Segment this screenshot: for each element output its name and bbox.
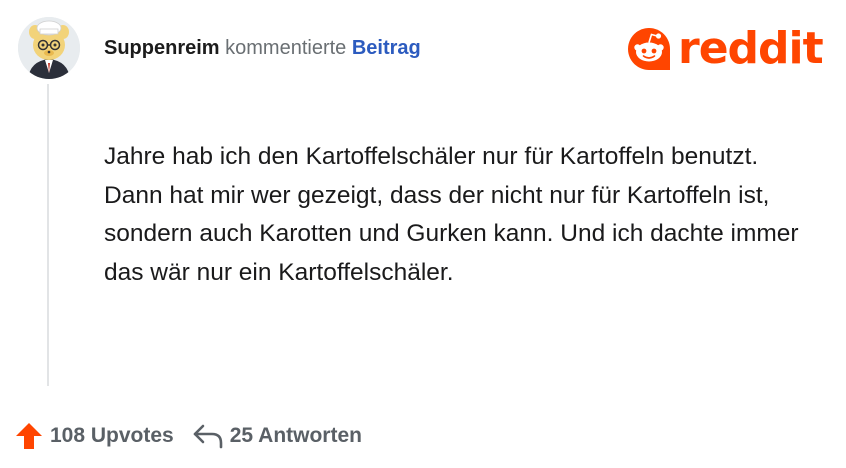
comment-body: Jahre hab ich den Kartoffelschäler nur f… [104,143,799,286]
avatar[interactable] [18,17,80,79]
comment-header: Suppenreim kommentierte Beitrag [104,35,421,61]
reddit-wordmark: reddit [678,23,824,74]
username[interactable]: Suppenreim [104,37,220,59]
reddit-logo: reddit [626,23,824,74]
comment-card: Suppenreim kommentierte Beitrag reddit J… [0,0,846,468]
avatar-image [18,17,80,79]
reddit-snoo-icon [626,26,672,72]
upvote-count: 108 Upvotes [50,424,174,447]
comment-footer: 108 Upvotes 25 Antworten [14,418,362,454]
post-link[interactable]: Beitrag [352,37,421,59]
thread-line[interactable] [47,84,49,386]
reply-count[interactable]: 25 Antworten [230,424,362,448]
upvote-arrow-icon[interactable] [14,421,44,451]
action-text: kommentierte [225,37,347,59]
reply-arrow-icon[interactable] [192,422,224,450]
